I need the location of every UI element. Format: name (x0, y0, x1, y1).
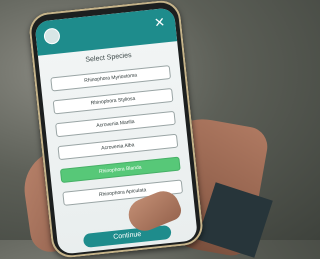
close-icon[interactable]: ✕ (153, 14, 166, 31)
phone: ✕ Select Species Rhinophora Myriostoma R… (27, 0, 205, 259)
continue-button[interactable]: Continue (82, 224, 172, 248)
avatar[interactable] (43, 27, 61, 45)
